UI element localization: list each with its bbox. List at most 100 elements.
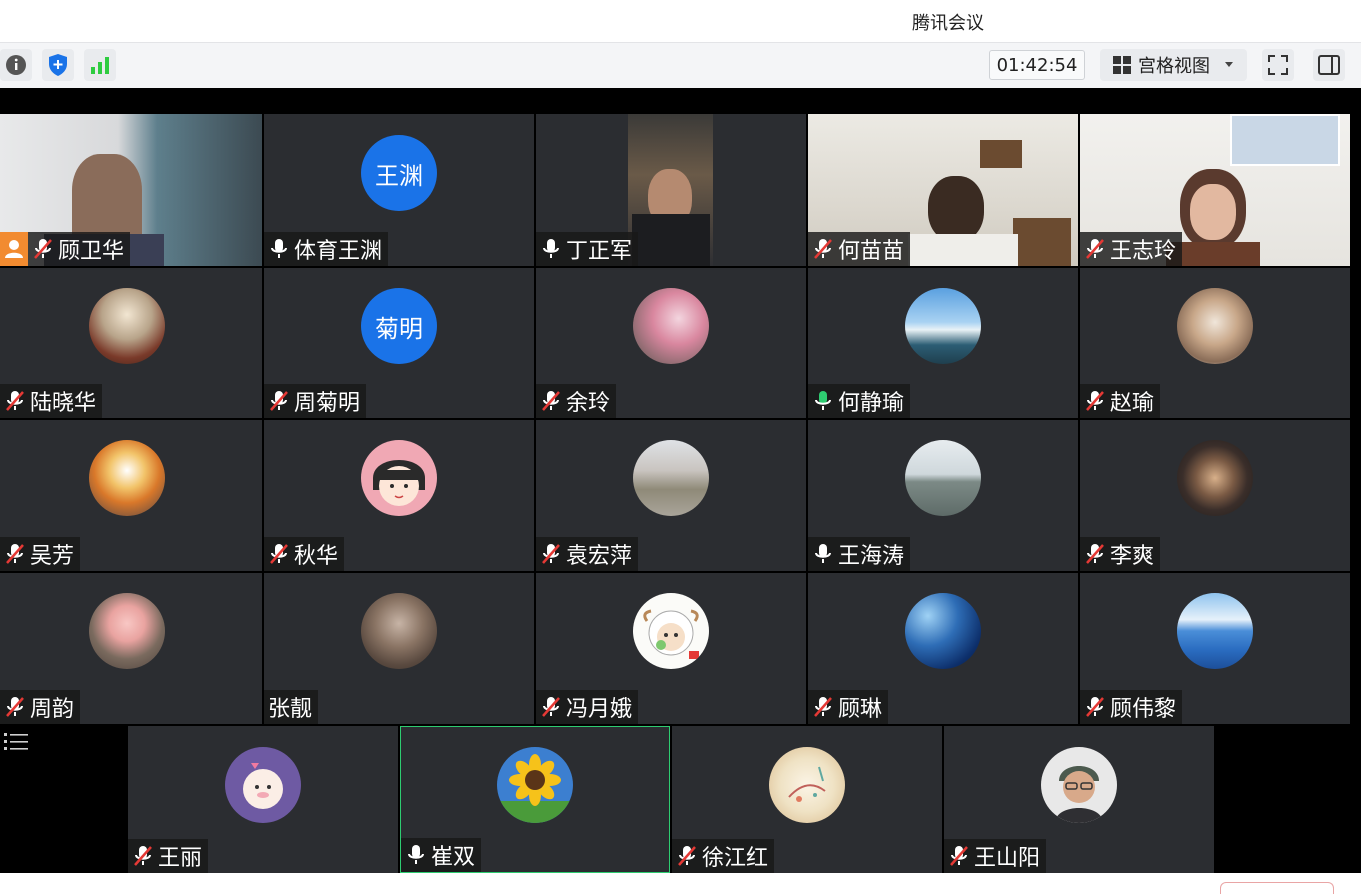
participant-tile[interactable]: 何静瑜: [808, 268, 1078, 418]
name-tag: 李爽: [1080, 537, 1161, 571]
participant-name: 余玲: [566, 391, 611, 416]
avatar: 王渊: [361, 135, 437, 211]
info-button[interactable]: [0, 49, 32, 81]
mic-muted-icon: [678, 846, 696, 866]
view-mode-dropdown[interactable]: 宫格视图: [1100, 49, 1247, 81]
participant-video: [980, 140, 1022, 168]
participant-tile[interactable]: 顾伟黎: [1080, 573, 1350, 724]
avatar-initials: 菊明: [375, 314, 423, 343]
participant-tile[interactable]: 丁正军: [536, 114, 806, 266]
participant-tile[interactable]: 顾卫华: [0, 114, 262, 266]
mic-muted-icon: [1086, 544, 1104, 564]
avatar: [89, 440, 165, 516]
name-tag: 丁正军: [536, 232, 639, 266]
mic-muted-icon: [542, 391, 560, 411]
mic-icon: [543, 239, 559, 258]
sheep-cartoon-icon: [643, 609, 699, 659]
participant-tile[interactable]: 顾琳: [808, 573, 1078, 724]
participant-name: 周韵: [30, 697, 75, 722]
name-tag: 王山阳: [944, 839, 1047, 873]
fullscreen-button[interactable]: [1262, 49, 1294, 81]
name-tag: 何静瑜: [808, 384, 911, 418]
participant-name: 崔双: [431, 845, 476, 870]
participant-tile[interactable]: 王山阳: [944, 726, 1214, 873]
participant-tile[interactable]: 王志玲: [1080, 114, 1350, 266]
window-title: 腾讯会议: [912, 13, 984, 34]
name-tag: 袁宏萍: [536, 537, 639, 571]
participant-tile[interactable]: 冯月娥: [536, 573, 806, 724]
name-tag: 顾伟黎: [1080, 690, 1183, 724]
avatar: [769, 747, 845, 823]
participant-tile[interactable]: 陆晓华: [0, 268, 262, 418]
sidebar-toggle-button[interactable]: [1313, 49, 1345, 81]
meeting-toolbar: 01:42:54 宫格视图: [0, 42, 1361, 88]
mic-muted-icon: [270, 391, 288, 411]
participant-name: 吴芳: [30, 544, 75, 569]
mic-muted-icon: [270, 544, 288, 564]
participant-tile[interactable]: 徐江红: [672, 726, 942, 873]
participant-name: 顾卫华: [58, 239, 125, 264]
mic-muted-icon: [542, 544, 560, 564]
mic-icon: [815, 544, 831, 563]
participant-name: 袁宏萍: [566, 544, 633, 569]
name-tag: 顾卫华: [28, 232, 131, 266]
sunflower-icon: [497, 754, 573, 823]
participant-name: 陆晓华: [30, 391, 97, 416]
participant-name: 体育王渊: [294, 239, 383, 264]
caret-down-icon: [1225, 62, 1233, 67]
name-tag: 顾琳: [808, 690, 889, 724]
participant-name: 王山阳: [974, 846, 1041, 871]
sheep-sticker-icon: [243, 763, 283, 809]
name-tag: 何苗苗: [808, 232, 911, 266]
participant-tile[interactable]: 余玲: [536, 268, 806, 418]
participant-video: [628, 114, 713, 266]
network-signal-button[interactable]: [84, 49, 116, 81]
participant-tile-active[interactable]: 崔双: [400, 726, 670, 873]
participant-tile[interactable]: 袁宏萍: [536, 420, 806, 571]
name-tag: 秋华: [264, 537, 345, 571]
participant-tile[interactable]: 何苗苗: [808, 114, 1078, 266]
participant-name: 冯月娥: [566, 697, 633, 722]
participant-name: 徐江红: [702, 846, 769, 871]
name-tag: 崔双: [401, 838, 482, 872]
mic-muted-icon: [814, 239, 832, 259]
mic-muted-icon: [6, 391, 24, 411]
participant-list-icon[interactable]: [4, 731, 30, 753]
mic-speaking-icon: [815, 391, 831, 410]
name-tag: 周韵: [0, 690, 81, 724]
participant-tile[interactable]: 张靓: [264, 573, 534, 724]
cartoon-girl-icon: [373, 460, 425, 506]
participant-video: [1230, 114, 1340, 166]
mic-muted-icon: [6, 544, 24, 564]
leave-meeting-button[interactable]: [1220, 882, 1334, 894]
mic-icon: [271, 239, 287, 258]
security-button[interactable]: [42, 49, 74, 81]
participant-tile[interactable]: 王渊 体育王渊: [264, 114, 534, 266]
avatar: [225, 747, 301, 823]
participant-tile[interactable]: 秋华: [264, 420, 534, 571]
name-tag: 赵瑜: [1080, 384, 1161, 418]
participant-tile[interactable]: 周韵: [0, 573, 262, 724]
signal-icon: [91, 57, 109, 74]
name-tag: 周菊明: [264, 384, 367, 418]
participant-video: [1013, 218, 1071, 266]
mic-muted-icon: [1086, 239, 1104, 259]
participant-tile[interactable]: 王丽: [128, 726, 398, 873]
meeting-timer: 01:42:54: [989, 50, 1085, 80]
participant-tile[interactable]: 吴芳: [0, 420, 262, 571]
name-tag: 余玲: [536, 384, 617, 418]
mic-muted-icon: [542, 697, 560, 717]
title-bar: 腾讯会议: [0, 0, 1361, 42]
participant-tile[interactable]: 李爽: [1080, 420, 1350, 571]
name-tag: 体育王渊: [264, 232, 389, 266]
bottom-bar: [0, 873, 1361, 889]
participant-tile[interactable]: 王海涛: [808, 420, 1078, 571]
participant-tile[interactable]: 赵瑜: [1080, 268, 1350, 418]
avatar: [89, 288, 165, 364]
participant-tile[interactable]: 菊明 周菊明: [264, 268, 534, 418]
info-icon: [6, 55, 26, 75]
name-tag: 冯月娥: [536, 690, 639, 724]
participant-name: 王海涛: [838, 544, 905, 569]
host-icon: [0, 232, 28, 266]
participant-video: [908, 234, 1018, 266]
